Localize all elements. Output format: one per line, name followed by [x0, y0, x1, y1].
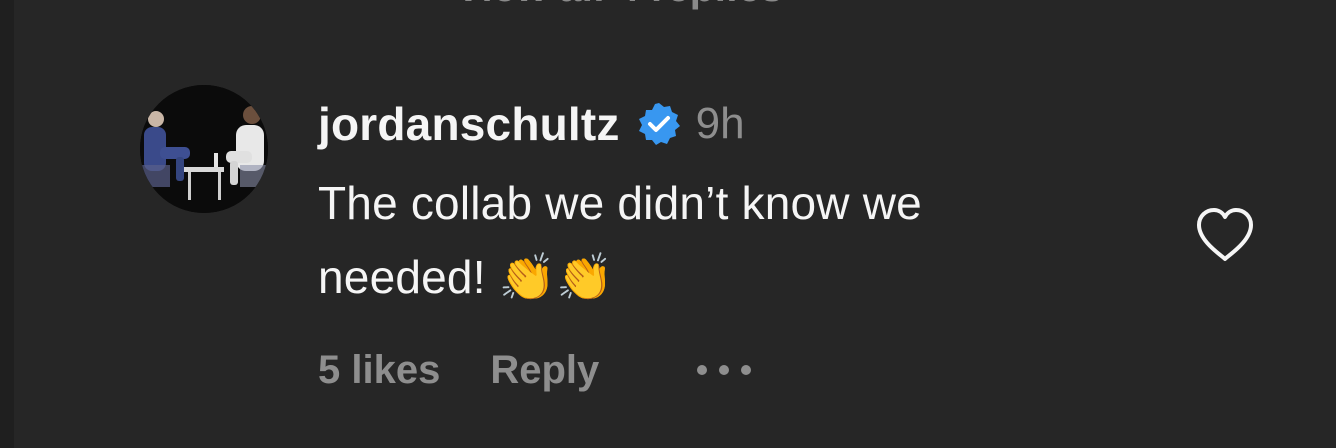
more-dot — [741, 365, 752, 375]
heart-outline-icon[interactable] — [1193, 205, 1257, 265]
comment-text-line-1: The collab we didn’t know we — [318, 177, 922, 229]
comment-text: The collab we didn’t know we needed! 👏👏 — [318, 166, 1158, 314]
comment-text-line-2-words: needed! — [318, 251, 486, 303]
more-options-icon[interactable] — [697, 350, 752, 390]
verified-badge-icon — [636, 101, 682, 147]
comment-text-line-2: needed! 👏👏 — [318, 240, 1158, 314]
comment-body: jordanschultz 9h The collab we didn’t kn… — [318, 92, 1158, 314]
reply-button[interactable]: Reply — [490, 348, 599, 393]
avatar-image — [140, 85, 268, 213]
comment-header: jordanschultz 9h — [318, 92, 1158, 156]
likes-count-button[interactable]: 5 likes — [318, 348, 440, 393]
comment-actions: 5 likes Reply — [318, 338, 752, 402]
left-edge-divider — [0, 0, 14, 448]
comment-timestamp: 9h — [695, 99, 745, 148]
view-replies-link[interactable]: View all 4 replies — [455, 0, 783, 11]
avatar[interactable] — [140, 85, 268, 213]
username[interactable]: jordanschultz — [318, 97, 620, 151]
more-dot — [697, 365, 708, 375]
more-dot — [719, 365, 730, 375]
clapping-hands-emoji: 👏👏 — [498, 250, 614, 304]
